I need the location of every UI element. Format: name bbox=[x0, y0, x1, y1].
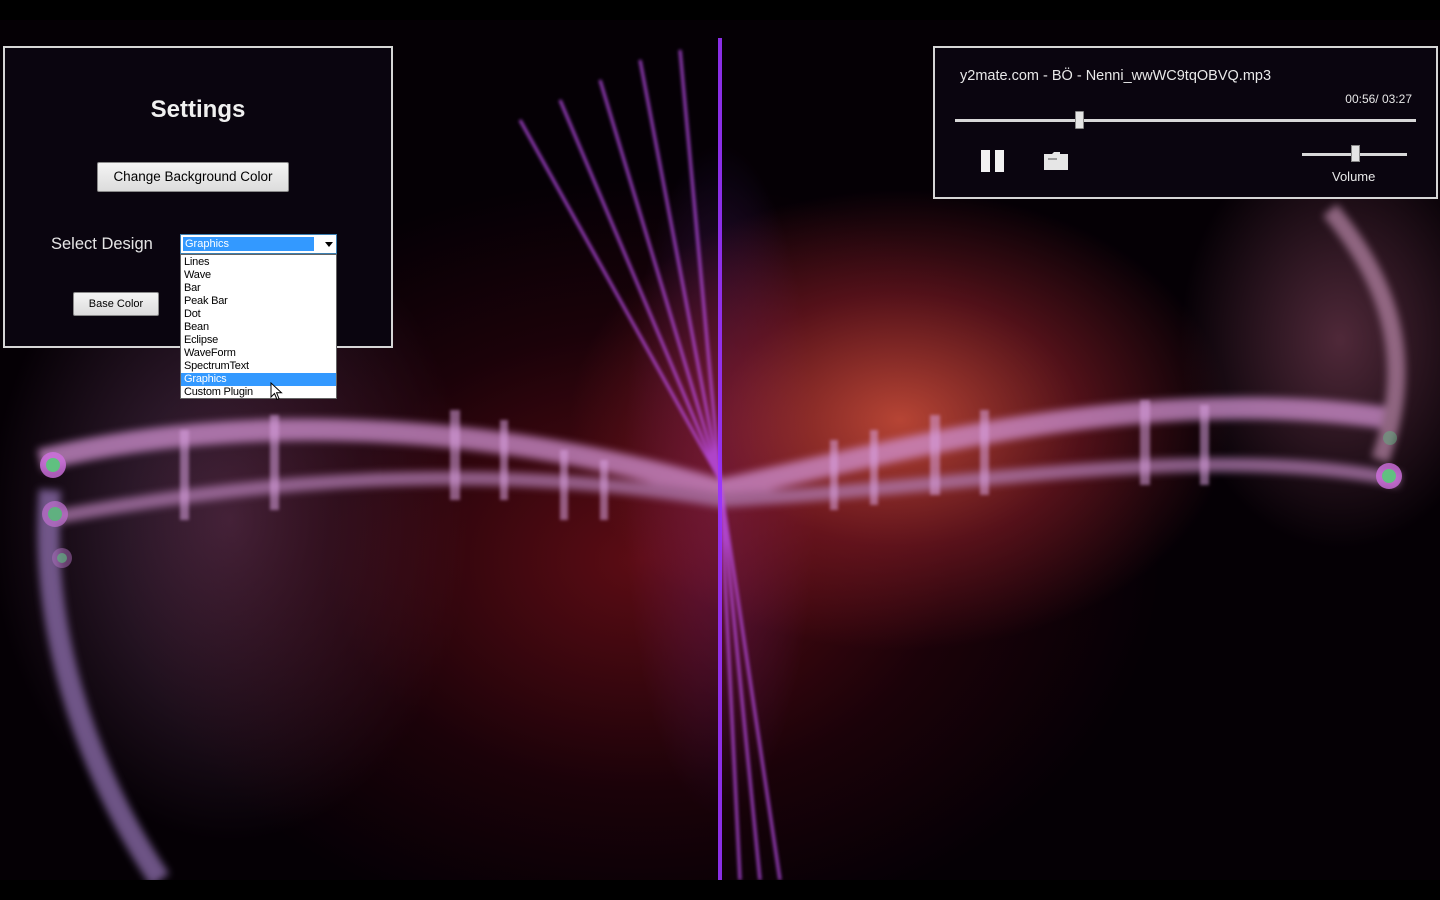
design-select-value: Graphics bbox=[183, 237, 314, 251]
pause-icon-bar bbox=[995, 150, 1004, 172]
volume-label: Volume bbox=[1332, 169, 1376, 184]
volume-slider[interactable] bbox=[1302, 145, 1407, 162]
design-option[interactable]: Eclipse bbox=[181, 334, 336, 347]
bottom-letterbox-bar bbox=[0, 880, 1440, 900]
player-panel: y2mate.com - BÖ - Nenni_wwWC9tqOBVQ.mp3 … bbox=[933, 46, 1438, 199]
pause-button[interactable] bbox=[981, 150, 1007, 172]
time-display: 00:56/ 03:27 bbox=[1345, 92, 1412, 106]
mouse-cursor-icon bbox=[270, 382, 283, 401]
design-option[interactable]: Custom Plugin bbox=[181, 386, 336, 399]
seek-slider[interactable] bbox=[955, 111, 1416, 129]
design-option[interactable]: Bar bbox=[181, 282, 336, 295]
design-option[interactable]: Dot bbox=[181, 308, 336, 321]
design-dropdown-list: Lines Wave Bar Peak Bar Dot Bean Eclipse WaveFo… bbox=[180, 254, 337, 399]
design-option[interactable]: WaveForm bbox=[181, 347, 336, 360]
settings-title: Settings bbox=[150, 96, 246, 123]
select-design-label: Select Design bbox=[51, 235, 153, 253]
design-option[interactable]: Peak Bar bbox=[181, 295, 336, 308]
design-option[interactable]: Bean bbox=[181, 321, 336, 334]
design-option[interactable]: SpectrumText bbox=[181, 360, 336, 373]
seek-slider-thumb[interactable] bbox=[1075, 111, 1085, 129]
pause-icon bbox=[981, 150, 990, 172]
top-letterbox-bar bbox=[0, 0, 1440, 20]
design-select[interactable]: Graphics bbox=[180, 234, 337, 254]
chevron-down-icon[interactable] bbox=[325, 242, 333, 247]
design-option[interactable]: Wave bbox=[181, 269, 336, 282]
change-background-color-button[interactable]: Change Background Color bbox=[97, 162, 289, 192]
design-option[interactable]: Lines bbox=[181, 256, 336, 269]
folder-icon[interactable] bbox=[1043, 151, 1069, 171]
design-option[interactable]: Graphics bbox=[181, 373, 336, 386]
volume-slider-thumb[interactable] bbox=[1350, 145, 1360, 162]
base-color-button[interactable]: Base Color bbox=[73, 292, 159, 316]
track-title: y2mate.com - BÖ - Nenni_wwWC9tqOBVQ.mp3 bbox=[960, 68, 1272, 84]
